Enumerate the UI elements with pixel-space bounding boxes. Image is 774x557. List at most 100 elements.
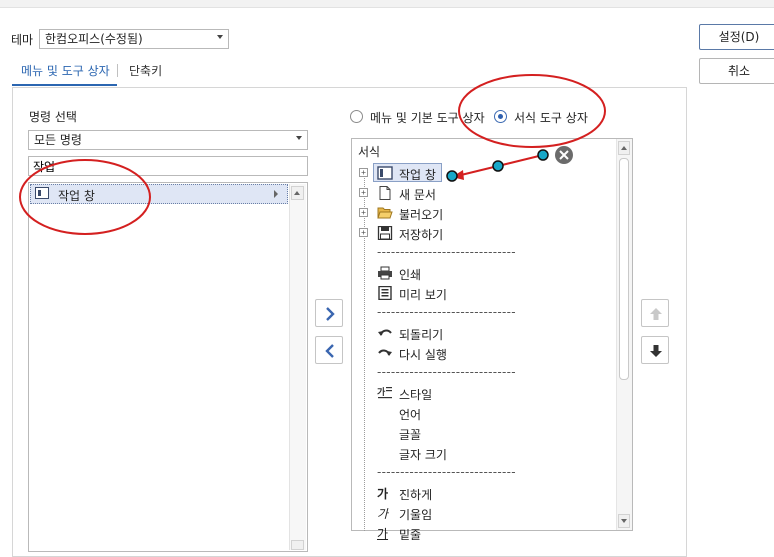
scroll-down-button[interactable] [291, 540, 304, 550]
svg-text:가: 가 [377, 386, 386, 398]
move-down-button[interactable] [641, 336, 669, 364]
tree-item[interactable]: + 저장하기 [359, 223, 614, 243]
tree-item[interactable]: + 불러오기 [359, 203, 614, 223]
task-pane-icon [377, 166, 393, 180]
active-tab-indicator [12, 84, 117, 86]
radio-menu-basic-toolbar[interactable] [350, 110, 363, 123]
expand-icon[interactable]: + [359, 168, 368, 177]
tree-item-label: 작업 창 [399, 168, 436, 182]
cancel-button[interactable]: 취소 [699, 58, 774, 84]
bold-icon: 가 [377, 487, 389, 501]
tree-item[interactable]: 인쇄 [359, 263, 614, 283]
tree-item[interactable]: 미리 보기 [359, 283, 614, 303]
tree-item-label: 저장하기 [399, 228, 444, 242]
command-list[interactable] [28, 182, 308, 552]
expand-icon[interactable]: + [359, 228, 368, 237]
tree-item-label: 미리 보기 [399, 288, 447, 302]
tree-item-label: 인쇄 [399, 268, 422, 282]
tree-item[interactable]: 가 진하게 [359, 483, 614, 503]
theme-value: 한컴오피스(수정됨) [45, 32, 143, 46]
list-item-label: 작업 창 [58, 189, 95, 203]
folder-open-icon [377, 206, 393, 220]
tree-item[interactable]: + 작업 창 [359, 163, 614, 183]
expand-icon[interactable]: + [359, 208, 368, 217]
radio-format-toolbar-label[interactable]: 서식 도구 상자 [514, 109, 588, 126]
radio-format-toolbar[interactable] [494, 110, 507, 123]
command-category-value: 모든 명령 [34, 133, 82, 147]
chevron-down-icon [217, 35, 223, 39]
undo-icon [377, 326, 393, 340]
tree-item[interactable]: 가 기울임 [359, 503, 614, 523]
tree-item-label: 새 문서 [399, 188, 436, 202]
preview-icon [377, 285, 393, 301]
redo-icon [377, 346, 393, 360]
tree-item-label: 다시 실행 [399, 348, 447, 362]
theme-dropdown[interactable]: 한컴오피스(수정됨) [39, 29, 229, 49]
tree-item[interactable]: 가 스타일 [359, 383, 614, 403]
tree-separator: ------------------------------ [359, 463, 614, 483]
tree-separator: ------------------------------ [359, 303, 614, 323]
tree-item[interactable]: + 새 문서 [359, 183, 614, 203]
tree-item[interactable]: 가 밑줄 [359, 523, 614, 543]
command-search-input[interactable] [28, 156, 308, 176]
tree-item-label: 불러오기 [399, 208, 444, 222]
tree-item[interactable]: 글꼴 [359, 423, 614, 443]
tree-item-label: 기울임 [399, 508, 433, 522]
separator-line: ------------------------------ [377, 305, 516, 319]
chevron-right-icon [274, 190, 278, 198]
tree-item-label: 밑줄 [399, 528, 422, 542]
set-button[interactable]: 설정(D) [699, 24, 774, 50]
no-icon [377, 446, 393, 460]
tree-item-label: 진하게 [399, 488, 433, 502]
command-category-dropdown[interactable]: 모든 명령 [28, 130, 308, 150]
arrow-left-icon [325, 344, 334, 358]
tree-item-label: 스타일 [399, 388, 433, 402]
printer-icon [377, 266, 393, 280]
tree-separator: ------------------------------ [359, 243, 614, 263]
italic-icon: 가 [377, 507, 389, 521]
arrow-up-icon [621, 146, 627, 150]
tree-item[interactable]: 언어 [359, 403, 614, 423]
scroll-thumb[interactable] [619, 158, 629, 380]
scroll-up-button[interactable] [291, 186, 304, 200]
arrow-right-icon [326, 307, 335, 321]
theme-label: 테마 [11, 33, 34, 47]
scroll-up-button[interactable] [618, 141, 630, 155]
expand-icon[interactable]: + [359, 188, 368, 197]
move-up-button[interactable] [641, 299, 669, 327]
arrow-up-icon [294, 191, 300, 195]
tree-separator: ------------------------------ [359, 363, 614, 383]
separator-line: ------------------------------ [377, 365, 516, 379]
tree-header: 서식 [358, 145, 381, 159]
no-icon [377, 406, 393, 420]
tree-item[interactable]: 다시 실행 [359, 343, 614, 363]
tab-divider [117, 64, 118, 77]
scroll-down-button[interactable] [618, 514, 630, 528]
chevron-down-icon [296, 136, 302, 140]
tab-menu-toolbar[interactable]: 메뉴 및 도구 상자 [21, 62, 110, 79]
tree-item-label: 글꼴 [399, 428, 422, 442]
tree-item-label: 글자 크기 [399, 448, 447, 462]
arrow-up-icon [650, 308, 662, 320]
remove-command-button[interactable] [315, 336, 343, 364]
style-icon: 가 [377, 386, 393, 400]
add-command-button[interactable] [315, 299, 343, 327]
tree-item[interactable]: 되돌리기 [359, 323, 614, 343]
tab-shortcut[interactable]: 단축키 [129, 62, 162, 79]
task-pane-icon [35, 187, 49, 199]
tree-item-label: 언어 [399, 408, 422, 422]
tree-item-label: 되돌리기 [399, 328, 444, 342]
arrow-down-icon [650, 345, 662, 357]
tree-item[interactable]: 글자 크기 [359, 443, 614, 463]
command-list-scrollbar[interactable] [289, 184, 306, 550]
separator-line: ------------------------------ [377, 245, 516, 259]
separator-line: ------------------------------ [377, 465, 516, 479]
no-icon [377, 426, 393, 440]
arrow-down-icon [621, 519, 627, 523]
save-icon [377, 225, 393, 241]
window-title-bar [0, 0, 774, 8]
command-select-label: 명령 선택 [29, 110, 77, 124]
radio-menu-basic-toolbar-label[interactable]: 메뉴 및 기본 도구 상자 [370, 109, 485, 126]
new-document-icon [377, 186, 393, 200]
underline-icon: 가 [377, 527, 389, 541]
